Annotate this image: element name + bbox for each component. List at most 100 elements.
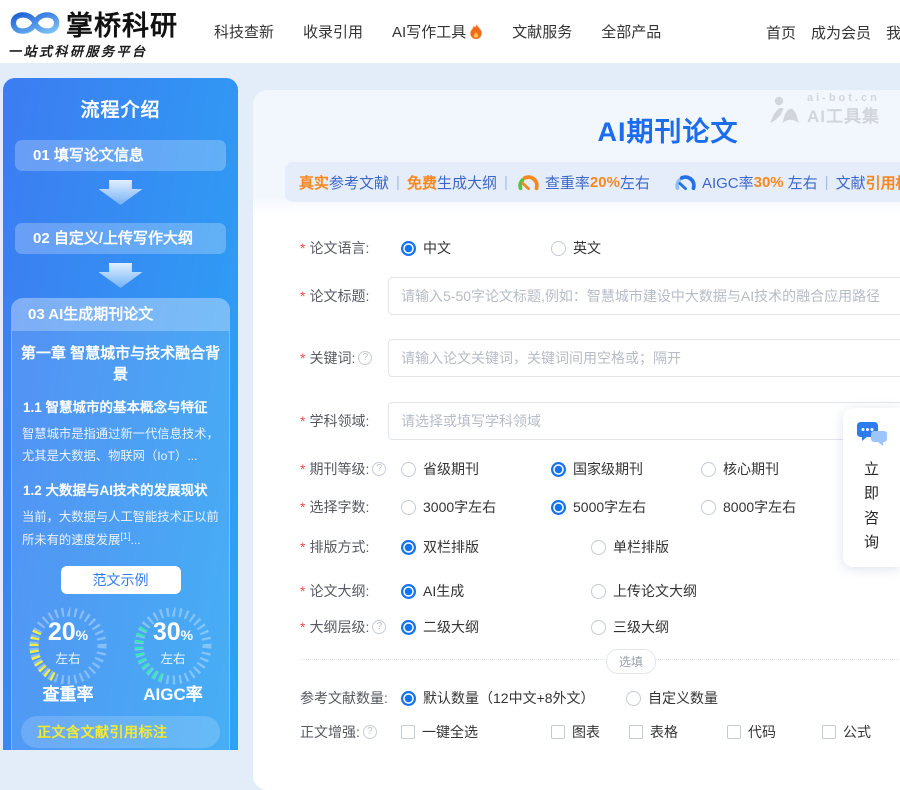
- references-label: 参考文献数量:: [300, 688, 388, 708]
- checkbox-tables[interactable]: 表格: [629, 722, 727, 742]
- feature-real: 真实: [299, 172, 329, 193]
- checkbox-code[interactable]: 代码: [727, 722, 822, 742]
- required-asterisk: *: [300, 583, 305, 599]
- radio-core-journal[interactable]: 核心期刊: [701, 459, 779, 479]
- radio-upload-outline[interactable]: 上传论文大纲: [591, 581, 697, 601]
- required-asterisk: *: [300, 619, 305, 635]
- outline-level-label: 大纲层级:: [309, 617, 369, 637]
- radio-selected-icon[interactable]: [401, 241, 416, 256]
- radio-selected-icon[interactable]: [551, 462, 566, 477]
- duplicate-rate-value: 20%: [26, 618, 110, 647]
- radio-label: 单栏排版: [613, 537, 669, 557]
- chat-bubbles-icon: [856, 420, 888, 448]
- radio-icon[interactable]: [401, 462, 416, 477]
- radio-two-level-outline[interactable]: 二级大纲: [401, 617, 591, 637]
- radio-icon[interactable]: [626, 691, 641, 706]
- radio-icon[interactable]: [591, 584, 606, 599]
- required-asterisk: *: [300, 413, 305, 429]
- radio-one-column[interactable]: 单栏排版: [591, 537, 669, 557]
- radio-language-english[interactable]: 英文: [551, 238, 601, 258]
- radio-icon[interactable]: [591, 540, 606, 555]
- ai-bot-logo-icon: [766, 95, 802, 125]
- word-count-row: *选择字数: 3000字左右 5000字左右 8000字左右: [300, 497, 900, 517]
- aigc-rate-gauge: 30% 左右 AIGC率: [124, 604, 222, 705]
- radio-language-chinese[interactable]: 中文: [401, 238, 551, 258]
- nav-item-ai-writing-label: AI写作工具: [392, 21, 466, 42]
- radio-label: 三级大纲: [613, 617, 669, 637]
- help-icon[interactable]: ?: [363, 725, 377, 739]
- radio-national-journal[interactable]: 国家级期刊: [551, 459, 701, 479]
- blue-gauge-icon: [674, 174, 697, 191]
- radio-selected-icon[interactable]: [551, 500, 566, 515]
- radio-icon[interactable]: [701, 462, 716, 477]
- nav-item-tech-novelty[interactable]: 科技查新: [214, 21, 274, 42]
- checkbox-charts[interactable]: 图表: [551, 722, 629, 742]
- nav-item-citation[interactable]: 收录引用: [303, 21, 363, 42]
- nav-item-all-products[interactable]: 全部产品: [601, 21, 661, 42]
- radio-provincial-journal[interactable]: 省级期刊: [401, 459, 551, 479]
- subject-row: *学科领域:: [300, 402, 900, 440]
- radio-icon[interactable]: [591, 620, 606, 635]
- feature-bar: 真实 参考文献 | 免费 生成大纲 | 查重率 20% 左右 AIGC率 30%…: [285, 162, 900, 202]
- radio-selected-icon[interactable]: [401, 691, 416, 706]
- checkbox-icon[interactable]: [727, 725, 741, 739]
- radio-selected-icon[interactable]: [401, 584, 416, 599]
- checkbox-icon[interactable]: [551, 725, 565, 739]
- down-arrow-icon: [99, 263, 143, 288]
- logo[interactable]: 掌桥科研 一站式科研服务平台: [8, 4, 198, 60]
- watermark-name: AI工具集: [807, 106, 880, 127]
- nav-item-ai-writing[interactable]: AI写作工具: [392, 21, 483, 42]
- radio-label: AI生成: [423, 581, 464, 601]
- nav-item-my-account[interactable]: 我的: [886, 22, 900, 43]
- radio-selected-icon[interactable]: [401, 540, 416, 555]
- language-label: 论文语言:: [309, 238, 369, 258]
- nav-item-become-member[interactable]: 成为会员: [811, 22, 871, 43]
- help-icon[interactable]: ?: [358, 351, 372, 365]
- layout-label: 排版方式:: [309, 537, 369, 557]
- checkbox-label: 公式: [843, 722, 871, 742]
- sample-section-1-title: 1.1 智慧城市的基本概念与特征: [23, 396, 218, 416]
- nav-item-home[interactable]: 首页: [766, 22, 796, 43]
- radio-two-column[interactable]: 双栏排版: [401, 537, 591, 557]
- radio-icon[interactable]: [701, 500, 716, 515]
- consult-label[interactable]: 立即咨询: [864, 458, 880, 555]
- duplicate-rate-approx: 左右: [26, 648, 110, 667]
- subject-field-input[interactable]: [388, 402, 900, 440]
- checkbox-icon[interactable]: [629, 725, 643, 739]
- radio-default-references[interactable]: 默认数量（12中文+8外文）: [401, 688, 626, 708]
- radio-5000-words[interactable]: 5000字左右: [551, 497, 701, 517]
- radio-custom-references[interactable]: 自定义数量: [626, 688, 718, 708]
- ai-bot-watermark: ai-bot.cn AI工具集: [766, 92, 880, 127]
- paper-title-input[interactable]: [388, 277, 900, 315]
- optional-pill: 选填: [606, 649, 656, 674]
- feature-references: 参考文献: [329, 172, 389, 193]
- process-step-2: 02 自定义/上传写作大纲: [15, 223, 226, 254]
- radio-3000-words[interactable]: 3000字左右: [401, 497, 551, 517]
- radio-ai-generate-outline[interactable]: AI生成: [401, 581, 591, 601]
- radio-icon[interactable]: [551, 241, 566, 256]
- radio-8000-words[interactable]: 8000字左右: [701, 497, 796, 517]
- layout-row: *排版方式: 双栏排版 单栏排版: [300, 537, 900, 557]
- feature-aigc-rate: AIGC率: [702, 172, 754, 193]
- checkbox-icon[interactable]: [401, 725, 415, 739]
- radio-label: 省级期刊: [423, 459, 479, 479]
- radio-icon[interactable]: [401, 500, 416, 515]
- checkbox-icon[interactable]: [822, 725, 836, 739]
- outline-level-row: *大纲层级:? 二级大纲 三级大纲: [300, 617, 900, 637]
- nav-item-literature[interactable]: 文献服务: [512, 21, 572, 42]
- checkbox-formulas[interactable]: 公式: [822, 722, 871, 742]
- consult-widget[interactable]: 立即咨询: [843, 408, 900, 567]
- radio-selected-icon[interactable]: [401, 620, 416, 635]
- required-asterisk: *: [300, 461, 305, 477]
- down-arrow-icon: [99, 180, 143, 205]
- process-step-1: 01 填写论文信息: [15, 140, 226, 171]
- checkbox-select-all[interactable]: 一键全选: [401, 722, 551, 742]
- radio-three-level-outline[interactable]: 三级大纲: [591, 617, 669, 637]
- aigc-rate-value: 30%: [131, 618, 215, 647]
- keywords-input[interactable]: [388, 339, 900, 377]
- radio-label: 双栏排版: [423, 537, 479, 557]
- sample-paper-button[interactable]: 范文示例: [61, 566, 181, 594]
- help-icon[interactable]: ?: [372, 462, 386, 476]
- help-icon[interactable]: ?: [372, 620, 386, 634]
- logo-title: 掌桥科研: [66, 4, 178, 43]
